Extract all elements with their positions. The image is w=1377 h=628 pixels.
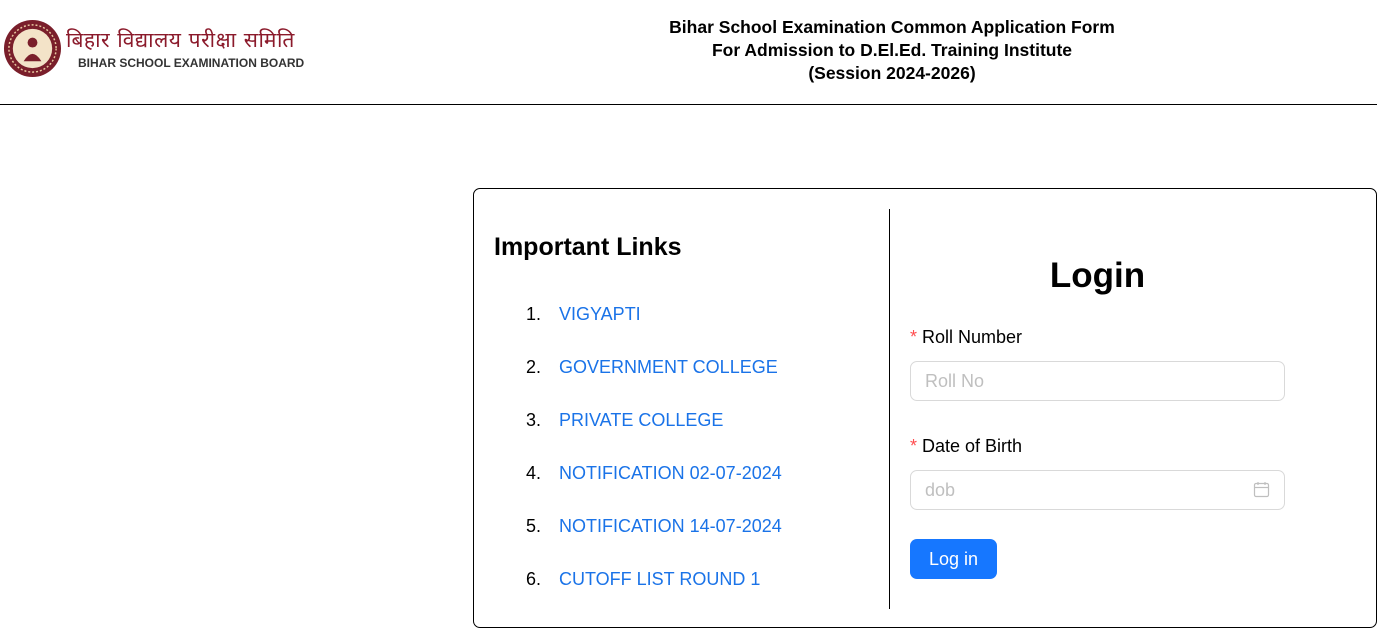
page-header: बिहार विद्यालय परीक्षा समिति BIHAR SCHOO… [0, 0, 1377, 105]
list-item: 5. NOTIFICATION 14-07-2024 [508, 516, 782, 540]
list-number: 5. [525, 516, 541, 536]
list-item: 4. NOTIFICATION 02-07-2024 [508, 463, 782, 487]
bseb-emblem-icon [3, 19, 62, 78]
link-cutoff-list-round-1[interactable]: CUTOFF LIST ROUND 1 [559, 569, 760, 593]
login-title: Login [1049, 256, 1146, 295]
important-links-heading: Important Links [494, 233, 682, 261]
list-number: 3. [525, 410, 541, 430]
list-number: 4. [525, 463, 541, 483]
dob-label: * Date of Birth [910, 436, 1022, 457]
link-private-college[interactable]: PRIVATE COLLEGE [559, 410, 723, 434]
roll-number-label: * Roll Number [910, 327, 1022, 348]
link-government-college[interactable]: GOVERNMENT COLLEGE [559, 357, 778, 381]
link-notification-02-07-2024[interactable]: NOTIFICATION 02-07-2024 [559, 463, 782, 487]
calendar-icon[interactable] [1253, 481, 1270, 498]
list-number: 6. [525, 569, 541, 589]
dob-label-text: Date of Birth [922, 436, 1023, 456]
title-line-2: For Admission to D.El.Ed. Training Insti… [711, 40, 1073, 60]
link-notification-14-07-2024[interactable]: NOTIFICATION 14-07-2024 [559, 516, 782, 540]
title-line-1: Bihar School Examination Common Applicat… [669, 17, 1115, 37]
logo-hindi-text: बिहार विद्यालय परीक्षा समिति [66, 28, 295, 52]
required-mark: * [910, 436, 918, 456]
card-divider [889, 209, 890, 609]
list-item: 6. CUTOFF LIST ROUND 1 [508, 569, 760, 593]
dob-input[interactable] [910, 470, 1285, 510]
list-number: 1. [525, 304, 541, 324]
title-line-3: (Session 2024-2026) [808, 63, 976, 83]
page-title: Bihar School Examination Common Applicat… [592, 16, 1192, 85]
logo-english-text: BIHAR SCHOOL EXAMINATION BOARD [78, 56, 305, 70]
required-mark: * [910, 327, 918, 347]
list-item: 1. VIGYAPTI [508, 304, 641, 328]
list-number: 2. [525, 357, 541, 377]
roll-number-label-text: Roll Number [922, 327, 1023, 347]
link-vigyapti[interactable]: VIGYAPTI [559, 304, 641, 328]
roll-number-input[interactable] [910, 361, 1285, 401]
list-item: 3. PRIVATE COLLEGE [508, 410, 723, 434]
login-button[interactable]: Log in [910, 539, 997, 579]
list-item: 2. GOVERNMENT COLLEGE [508, 357, 778, 381]
